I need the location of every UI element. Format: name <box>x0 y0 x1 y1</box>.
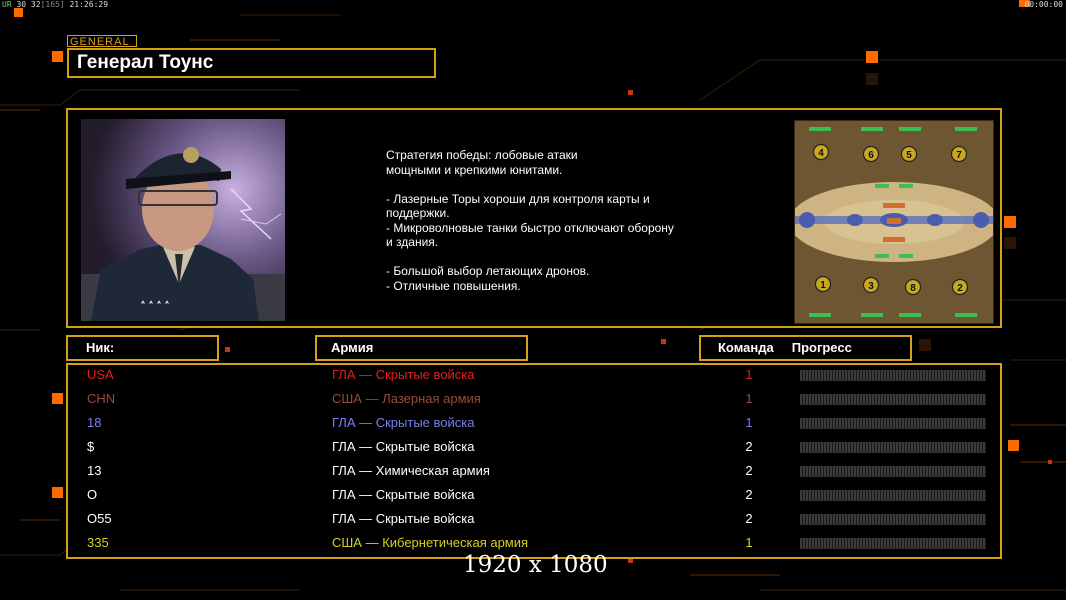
map-image: 4 6 5 7 1 3 8 2 <box>795 121 993 323</box>
player-progress-bar <box>800 442 986 453</box>
player-nick: 335 <box>87 535 109 550</box>
map-slot-bottom-4: 2 <box>957 283 963 294</box>
header-army-label: Армия <box>331 340 374 355</box>
player-nick: 13 <box>87 463 102 478</box>
hud-clock: 21:26:29 <box>69 0 109 9</box>
hud-prefix: UR <box>2 0 12 9</box>
header-team-progress: Команда Прогресс <box>699 335 912 361</box>
player-team: 1 <box>745 391 753 406</box>
player-team: 1 <box>745 415 753 430</box>
player-army: США — Лазерная армия <box>332 391 481 406</box>
player-row: $ ГЛА — Скрытые войска 2 <box>68 437 1000 461</box>
hud-timer: 00:00:00 <box>1024 0 1063 9</box>
player-army: ГЛА — Скрытые войска <box>332 487 475 502</box>
player-team: 2 <box>745 487 753 502</box>
player-progress-bar <box>800 466 986 477</box>
general-portrait <box>81 119 285 321</box>
player-team: 2 <box>745 463 753 478</box>
player-progress-bar <box>800 370 986 381</box>
header-army: Армия <box>315 335 528 361</box>
player-nick: O55 <box>87 511 112 526</box>
player-army: ГЛА — Скрытые войска <box>332 439 475 454</box>
player-row: O55 ГЛА — Скрытые войска 2 <box>68 509 1000 533</box>
portrait-image <box>81 119 285 321</box>
map-slot-bottom-1: 1 <box>820 280 826 291</box>
hud-bracket: [165] <box>40 0 65 9</box>
hud-fps: 30 32 <box>16 0 41 9</box>
map-slot-top-4: 7 <box>956 150 962 161</box>
player-progress-bar <box>800 418 986 429</box>
player-team: 2 <box>745 439 753 454</box>
map-slot-top-1: 4 <box>818 148 824 159</box>
hud-stats: UR 30 32[165] 21:26:29 <box>2 0 108 9</box>
map-slot-bottom-2: 3 <box>868 281 874 292</box>
player-nick: CHN <box>87 391 116 406</box>
player-row: O ГЛА — Скрытые войска 2 <box>68 485 1000 509</box>
player-progress-bar <box>800 394 986 405</box>
resolution-label: 1920 x 1080 <box>463 552 608 578</box>
player-team: 1 <box>745 535 753 550</box>
map-slot-top-2: 6 <box>868 150 874 161</box>
map-slot-bottom-3: 8 <box>910 283 916 294</box>
player-progress-bar <box>800 490 986 501</box>
player-row: 13 ГЛА — Химическая армия 2 <box>68 461 1000 485</box>
player-army: ГЛА — Скрытые войска <box>332 511 475 526</box>
player-nick: USA <box>87 367 114 382</box>
players-list: USA ГЛА — Скрытые войска 1 CHN США — Лазерна… <box>66 363 1002 559</box>
player-row: 18 ГЛА — Скрытые войска 1 <box>68 413 1000 437</box>
map-slot-top-3: 5 <box>906 150 912 161</box>
header-team-label: Команда <box>718 340 774 355</box>
player-army: ГЛА — Химическая армия <box>332 463 490 478</box>
map-preview: 4 6 5 7 1 3 8 2 <box>794 120 994 324</box>
player-nick: $ <box>87 439 95 454</box>
player-row: CHN США — Лазерная армия 1 <box>68 389 1000 413</box>
general-info-panel: Стратегия победы: лобовые атаки мощными … <box>66 108 1002 328</box>
header-nick-label: Ник: <box>86 340 115 355</box>
general-tag: GENERAL <box>67 35 137 48</box>
player-army: ГЛА — Скрытые войска <box>332 367 475 382</box>
header-progress-label: Прогресс <box>791 340 852 355</box>
strategy-description: Стратегия победы: лобовые атаки мощными … <box>386 148 674 293</box>
player-progress-bar <box>800 538 986 549</box>
general-name: Генерал Тоунс <box>67 48 436 78</box>
player-army: ГЛА — Скрытые войска <box>332 415 475 430</box>
player-team: 1 <box>745 367 753 382</box>
player-team: 2 <box>745 511 753 526</box>
player-army: США — Кибернетическая армия <box>332 535 529 550</box>
player-row: USA ГЛА — Скрытые войска 1 <box>68 365 1000 389</box>
player-nick: 18 <box>87 415 102 430</box>
player-progress-bar <box>800 514 986 525</box>
header-nick: Ник: <box>66 335 219 361</box>
player-nick: O <box>87 487 98 502</box>
